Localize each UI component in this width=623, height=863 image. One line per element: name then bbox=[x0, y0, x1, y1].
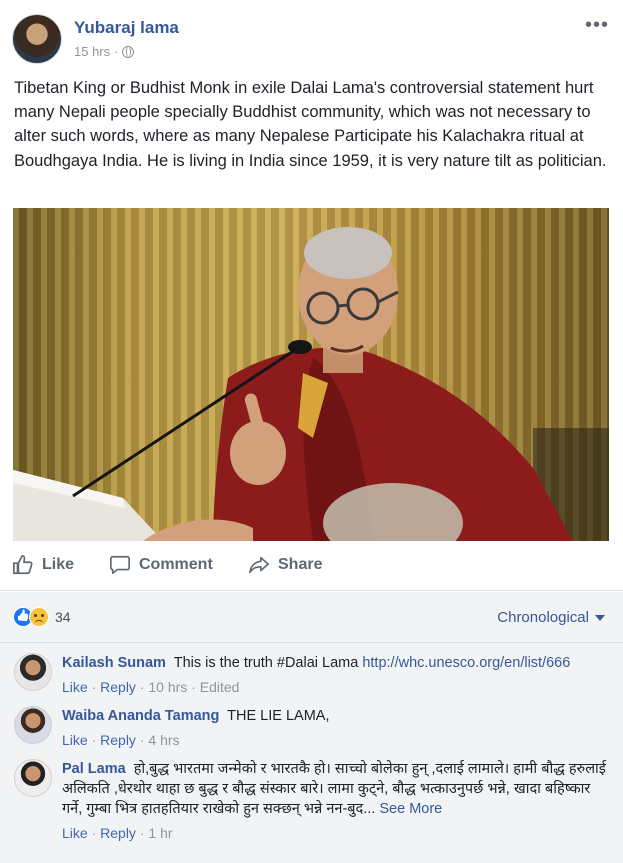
commenter-avatar[interactable] bbox=[14, 706, 52, 744]
comment-text: This is the truth #Dalai Lama bbox=[173, 655, 359, 671]
comment-time[interactable]: 4 hrs bbox=[148, 732, 179, 748]
comment-like-link[interactable]: Like bbox=[62, 732, 88, 748]
post-meta: 15 hrs · bbox=[74, 44, 135, 59]
see-more-link[interactable]: See More bbox=[379, 801, 442, 817]
comment-like-link[interactable]: Like bbox=[62, 679, 88, 695]
comment-meta: Like · Reply · 4 hrs bbox=[62, 730, 612, 750]
comment-reply-link[interactable]: Reply bbox=[100, 732, 136, 748]
comment-sort-dropdown[interactable]: Chronological bbox=[497, 609, 605, 626]
comment-text: THE LIE LAMA, bbox=[227, 708, 330, 724]
globe-icon[interactable] bbox=[122, 45, 135, 58]
comment-edited[interactable]: Edited bbox=[200, 679, 240, 695]
comment-meta: Like · Reply · 1 hr bbox=[62, 823, 612, 843]
comment-body: Kailash Sunam This is the truth #Dalai L… bbox=[62, 653, 612, 697]
comment-body: Pal Lama हो,बुद्ध भारतमा जन्मेको र भारतक… bbox=[62, 759, 612, 843]
reaction-summary[interactable]: 34 bbox=[13, 607, 71, 627]
like-button[interactable]: Like bbox=[12, 554, 74, 576]
comment-like-link[interactable]: Like bbox=[62, 825, 88, 841]
post-text: Tibetan King or Budhist Monk in exile Da… bbox=[14, 79, 607, 170]
post-actions: Like Comment Share bbox=[0, 550, 623, 582]
comment-reply-link[interactable]: Reply bbox=[100, 825, 136, 841]
author-avatar[interactable] bbox=[12, 14, 62, 64]
comment-time[interactable]: 1 hr bbox=[148, 825, 172, 841]
comment-reply-link[interactable]: Reply bbox=[100, 679, 136, 695]
comment-icon bbox=[110, 555, 130, 575]
meta-separator: · bbox=[191, 679, 196, 695]
meta-separator: · bbox=[139, 825, 145, 841]
commenter-avatar[interactable] bbox=[14, 653, 52, 691]
meta-separator: · bbox=[139, 732, 145, 748]
share-button[interactable]: Share bbox=[248, 554, 322, 576]
meta-separator: · bbox=[91, 679, 97, 695]
share-label: Share bbox=[278, 556, 323, 573]
like-label: Like bbox=[42, 556, 75, 573]
meta-separator: · bbox=[91, 732, 97, 748]
facebook-post: Yubaraj lama 15 hrs · ••• Tibetan King o… bbox=[0, 0, 623, 863]
comment-time[interactable]: 10 hrs bbox=[148, 679, 187, 695]
comment-label: Comment bbox=[139, 556, 213, 573]
meta-separator: · bbox=[114, 44, 119, 59]
sort-label: Chronological bbox=[497, 609, 589, 626]
like-icon bbox=[13, 555, 33, 575]
divider bbox=[0, 642, 623, 643]
post-photo[interactable] bbox=[13, 208, 609, 541]
author-name[interactable]: Yubaraj lama bbox=[74, 18, 179, 38]
comment-link[interactable]: http://whc.unesco.org/en/list/666 bbox=[362, 655, 570, 671]
comment-text: हो,बुद्ध भारतमा जन्मेको र भारतकै हो। साच… bbox=[62, 761, 606, 817]
divider bbox=[0, 590, 623, 591]
comment-body: Waiba Ananda Tamang THE LIE LAMA, Like ·… bbox=[62, 706, 612, 750]
photo-illustration bbox=[13, 227, 609, 541]
share-icon bbox=[249, 556, 269, 574]
commenter-name[interactable]: Waiba Ananda Tamang bbox=[62, 708, 219, 724]
meta-separator: · bbox=[139, 679, 145, 695]
comment-meta: Like · Reply · 10 hrs · Edited bbox=[62, 677, 612, 697]
reaction-count: 34 bbox=[55, 609, 71, 625]
sad-reaction-icon bbox=[29, 607, 49, 627]
commenter-name[interactable]: Kailash Sunam bbox=[62, 655, 166, 671]
post-time[interactable]: 15 hrs bbox=[74, 44, 110, 59]
meta-separator: · bbox=[91, 825, 97, 841]
commenter-name[interactable]: Pal Lama bbox=[62, 761, 126, 777]
commenter-avatar[interactable] bbox=[14, 759, 52, 797]
more-icon[interactable]: ••• bbox=[585, 14, 609, 37]
chevron-down-icon bbox=[595, 614, 605, 621]
comment-button[interactable]: Comment bbox=[109, 554, 213, 576]
